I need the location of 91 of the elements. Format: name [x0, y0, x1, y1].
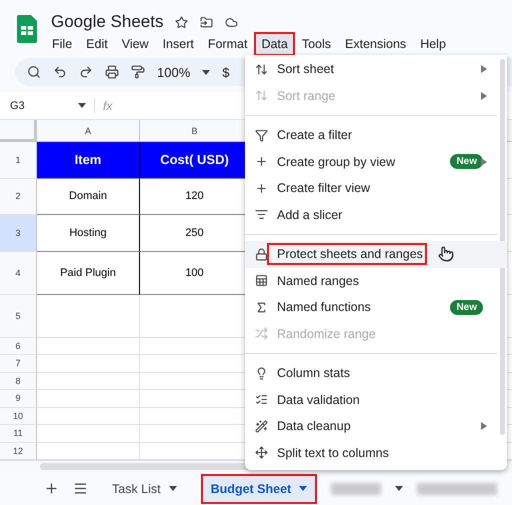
menu-item-label: Sort sheet	[277, 62, 335, 76]
folder-icon[interactable]	[200, 16, 214, 28]
row-header[interactable]: 10	[0, 408, 37, 425]
cloud-icon[interactable]	[225, 16, 238, 28]
menu-item[interactable]: File	[45, 32, 80, 56]
sort-icon	[255, 62, 268, 76]
new-badge: New	[450, 300, 483, 315]
menu-item-label: Create filter view	[277, 181, 372, 196]
menu-item[interactable]: Sort sheet	[245, 56, 507, 82]
row-header[interactable]: 11	[0, 425, 37, 442]
sheet-tab[interactable]: Task List	[102, 474, 187, 504]
row-header[interactable]: 6	[0, 338, 37, 355]
menu-item-label: Create a filter	[277, 128, 354, 142]
search-icon[interactable]	[27, 65, 41, 79]
zoom-value[interactable]: 100%	[157, 64, 190, 80]
row-header[interactable]: 4	[0, 252, 37, 294]
menu-item-label: Column stats	[277, 366, 351, 380]
menu-item[interactable]: Column stats	[245, 360, 507, 386]
currency-format[interactable]: $	[222, 64, 230, 80]
sheet-tab[interactable]: Budget Sheet	[200, 474, 318, 504]
undo-icon[interactable]	[53, 65, 67, 79]
menu-item-label: Create group by view	[277, 154, 396, 169]
new-badge: New	[450, 154, 483, 170]
lightbulb-icon	[255, 366, 268, 380]
submenu-arrow-icon	[481, 65, 487, 74]
checklist-icon	[255, 393, 268, 406]
slicer-icon	[255, 208, 268, 222]
submenu-arrow-icon	[481, 158, 487, 166]
lock-icon	[255, 248, 268, 261]
star-icon[interactable]	[175, 16, 188, 28]
row-header[interactable]: 1	[0, 142, 37, 178]
redo-icon[interactable]	[79, 65, 93, 79]
menu-item[interactable]: Insert	[156, 32, 201, 56]
row-header[interactable]: 5	[0, 294, 37, 338]
menu-item-label: Sort range	[277, 88, 336, 103]
shuffle-icon	[255, 327, 268, 340]
menu-item-label: Add a slicer	[277, 208, 344, 222]
menu-item[interactable]: Data cleanup	[245, 413, 507, 440]
caret-icon	[395, 486, 404, 491]
menu-item[interactable]: Named functions New	[245, 294, 507, 320]
menu-item[interactable]: Data	[254, 32, 295, 56]
caret-icon	[299, 486, 308, 491]
table-cell: Hosting	[37, 215, 140, 252]
row-header[interactable]: 9	[0, 390, 37, 408]
header-cell: Item	[37, 142, 140, 178]
add-sheet-icon[interactable]	[44, 481, 59, 496]
menu-item[interactable]: View	[114, 32, 156, 56]
menu-item-label: Split text to columns	[277, 446, 390, 460]
table-cell: Domain	[37, 178, 140, 215]
row-header[interactable]: 2	[0, 178, 37, 215]
menu-item-label: Named functions	[277, 300, 372, 314]
row-header[interactable]: 8	[0, 372, 37, 390]
table-icon	[255, 274, 268, 288]
row-header[interactable]: 3	[0, 215, 37, 252]
table-cell: Paid Plugin	[37, 252, 140, 294]
submenu-arrow-icon	[481, 92, 487, 100]
menu-item[interactable]: Tools	[294, 32, 338, 56]
submenu-arrow-icon	[481, 422, 487, 430]
menu-item-label: Data cleanup	[277, 419, 352, 434]
print-icon[interactable]	[105, 65, 119, 79]
split-icon	[255, 446, 268, 460]
menu-item-label: Named ranges	[277, 274, 360, 288]
fx-label: fx	[94, 98, 112, 112]
sort-icon	[255, 89, 268, 102]
menu-item[interactable]: Split text to columns	[245, 440, 507, 466]
menu-item-label: Data validation	[277, 392, 361, 407]
plus-icon	[255, 155, 268, 168]
cell-reference[interactable]: G3	[10, 100, 70, 112]
caret-icon	[78, 103, 86, 108]
row-header[interactable]: 7	[0, 355, 37, 372]
paint-roller-icon[interactable]	[131, 65, 145, 79]
hand-pointer-icon	[438, 246, 454, 262]
filter-icon	[255, 128, 268, 142]
menu-item[interactable]: Help	[413, 32, 453, 56]
menu-item[interactable]: Format	[200, 32, 254, 56]
menu-item[interactable]: Protect sheets and ranges	[245, 241, 507, 268]
menu-item[interactable]: Data validation	[245, 386, 507, 413]
menu-item[interactable]: Extensions	[338, 32, 414, 56]
plus-icon	[255, 182, 268, 195]
menu-scrollbar[interactable]	[500, 59, 505, 435]
sigma-icon	[255, 300, 268, 314]
magic-wand-icon	[255, 420, 268, 433]
caret-icon	[202, 70, 210, 74]
sheets-logo-icon[interactable]	[17, 15, 37, 43]
menu-icon[interactable]	[73, 481, 88, 496]
menu-item[interactable]: Edit	[79, 32, 115, 56]
row-header[interactable]: 12	[0, 442, 37, 460]
caret-icon	[168, 486, 177, 491]
column-header[interactable]: A	[37, 120, 140, 142]
document-title: Google Sheets	[51, 12, 164, 32]
menu-item-label: Randomize range	[277, 326, 377, 341]
